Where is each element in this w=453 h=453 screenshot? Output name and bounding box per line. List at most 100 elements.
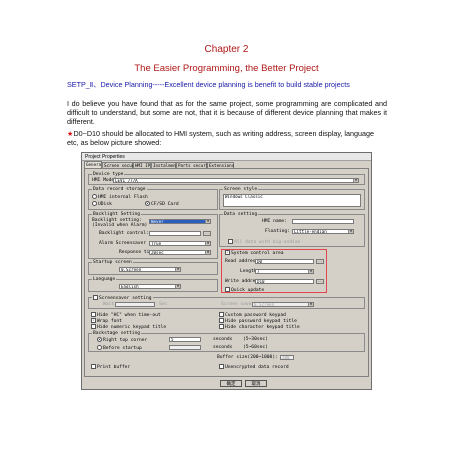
ok-button[interactable]: 确定 [220,380,242,387]
chevron-down-icon: ▼ [308,303,313,306]
backstage-label: Backstage setting [92,331,142,336]
unencrypted-checkbox[interactable]: Unencrypted data record [219,364,289,370]
hmi-name-label: HMI name: [262,219,287,224]
backlight-label: Backlight Setting [92,212,142,217]
project-properties-dialog: Project Properties General Screen securi… [81,152,372,390]
checkbox-icon [219,318,224,323]
read-address-input[interactable]: D0 [255,259,314,264]
checkbox-icon [91,364,96,369]
chevron-down-icon: ▼ [205,251,210,254]
radio-hmi-flash[interactable]: HMI internal Flash [92,194,148,200]
radio-icon [92,194,97,199]
right-top-seconds-value: 5 [171,337,174,342]
screen-style-group: Screen style Windows Classic [219,187,365,210]
radio-cf-sd[interactable]: CF/SD Card [145,201,179,207]
radio-right-top-label: Right top corner [103,338,148,343]
data-setting-group: Data setting HMI name: Floating: Little-… [219,212,365,247]
chevron-down-icon: ▼ [205,242,210,245]
radio-before-startup[interactable]: Before startup [97,345,142,351]
chevron-down-icon: ▼ [175,268,180,271]
startup-screen-select[interactable]: 0.Screen ▼ [119,267,181,272]
right-top-seconds-input[interactable]: 5 [169,337,201,342]
backlight-control-field[interactable] [149,231,201,236]
buffer-size-label: Buffer size(200~1000): [217,355,278,360]
radio-selected-icon [97,337,102,342]
backlight-setting-select[interactable]: Never ▼ [149,219,211,224]
system-control-checkbox[interactable]: ✓ System control area [225,250,284,256]
note-paragraph: ★D0~D10 should be allocated to HMI syste… [67,129,387,147]
range-label-1: (5~30sec) [243,337,268,342]
radio-icon [92,201,97,206]
setp-heading: SETP_Ⅱ、Device Planning-----Excellent dev… [67,80,350,89]
startup-screen-label: Startup screen [92,260,133,265]
write-address-browse-button[interactable]: ... [316,279,324,284]
chapter-subtitle: The Easier Programming, the Better Proje… [134,63,319,74]
chevron-down-icon: ▼ [205,220,210,223]
read-address-browse-button[interactable]: ... [316,259,324,264]
wait-label: Wait [103,302,115,307]
print-buffer-checkbox[interactable]: Print buffer [91,364,130,370]
checkbox-icon [91,312,96,317]
alarm-screensaver-value: True [151,241,162,246]
tab-general[interactable]: General [84,161,104,168]
length-select[interactable]: 7 ▼ [255,269,314,274]
screen-saver-value: 0.Screen [254,302,275,307]
checkbox-icon [219,364,224,369]
seconds-label-2: seconds [213,345,233,350]
backlight-control-browse-button[interactable]: ... [203,231,211,236]
hide-numeric-title-checkbox[interactable]: Hide numeric keypad title [91,324,166,330]
floating-value: Little-endian [294,229,327,234]
write-address-input[interactable]: D10 [255,279,314,284]
screen-saver-label: Screen saver [221,302,255,307]
before-startup-seconds-input[interactable] [169,345,201,350]
language-value: English [121,284,139,289]
alarm-screensaver-select[interactable]: True ▼ [149,241,211,246]
screen-saver-select[interactable]: 0.Screen ▼ [252,302,314,307]
print-buffer-label: Print buffer [97,365,131,370]
radio-udisk[interactable]: UDisk [92,201,112,207]
radio-selected-icon [145,201,150,206]
language-select[interactable]: English ▼ [119,284,181,289]
floating-label: Floating: [265,229,290,234]
backlight-setting-note: (Invalid when Alarm) [92,223,148,228]
checkbox-icon [93,295,98,300]
hmi-model-select[interactable]: LEVI 777A ▼ [113,178,359,183]
chapter-heading: Chapter 2 [204,44,249,55]
general-panel: Device type HMI Model LEVI 777A ▼ Data r… [84,168,369,377]
buffer-size-input[interactable]: 200 [280,355,294,360]
alarm-screensaver-label: Alarm Screensaver [99,241,147,246]
system-control-label: System control area [231,251,284,256]
length-value: 7 [257,269,260,274]
note-text: D0~D10 should be allocated to HMI system… [67,129,374,147]
screensaver-group: Screensaver setting Wait Sec Screen save… [88,295,365,309]
radio-right-top[interactable]: Right top corner [97,337,147,343]
quick-update-checkbox[interactable]: Quick update [225,287,264,293]
backlight-control-label: Backlight control: [99,231,149,236]
screen-style-list[interactable]: Windows Classic [223,194,361,207]
floating-select[interactable]: Little-endian ▼ [292,229,354,234]
chevron-down-icon: ▼ [175,285,180,288]
bigendian-checkbox[interactable]: All data with big-endian [228,239,300,245]
response-time-select[interactable]: 20sec ▼ [149,250,211,255]
dialog-title: Project Properties [85,154,125,160]
hide-numeric-title-label: Hide numeric keypad title [97,325,167,330]
checkbox-icon [219,312,224,317]
intro-paragraph: I do believe you have found that as for … [67,99,387,126]
screensaver-checkbox[interactable]: Screensaver setting [92,295,153,301]
checkbox-icon [219,324,224,329]
device-type-label: Device type [92,172,125,177]
hmi-name-input[interactable] [292,219,354,224]
screen-style-label: Screen style [223,187,259,192]
startup-screen-value: 0.Screen [121,267,142,272]
startup-screen-group: Startup screen 0.Screen ▼ [88,260,218,275]
seconds-label-1: seconds [213,337,233,342]
wait-input[interactable] [115,302,155,307]
checkbox-icon [225,287,230,292]
hide-character-title-checkbox[interactable]: Hide character keypad title [219,324,300,330]
chevron-down-icon: ▼ [348,230,353,233]
device-type-group: Device type HMI Model LEVI 777A ▼ [88,172,365,185]
cancel-button[interactable]: 取消 [245,380,267,387]
data-setting-label: Data setting [223,212,259,217]
data-record-group: Data record storage HMI internal Flash U… [88,187,218,210]
checkbox-icon [228,239,233,244]
